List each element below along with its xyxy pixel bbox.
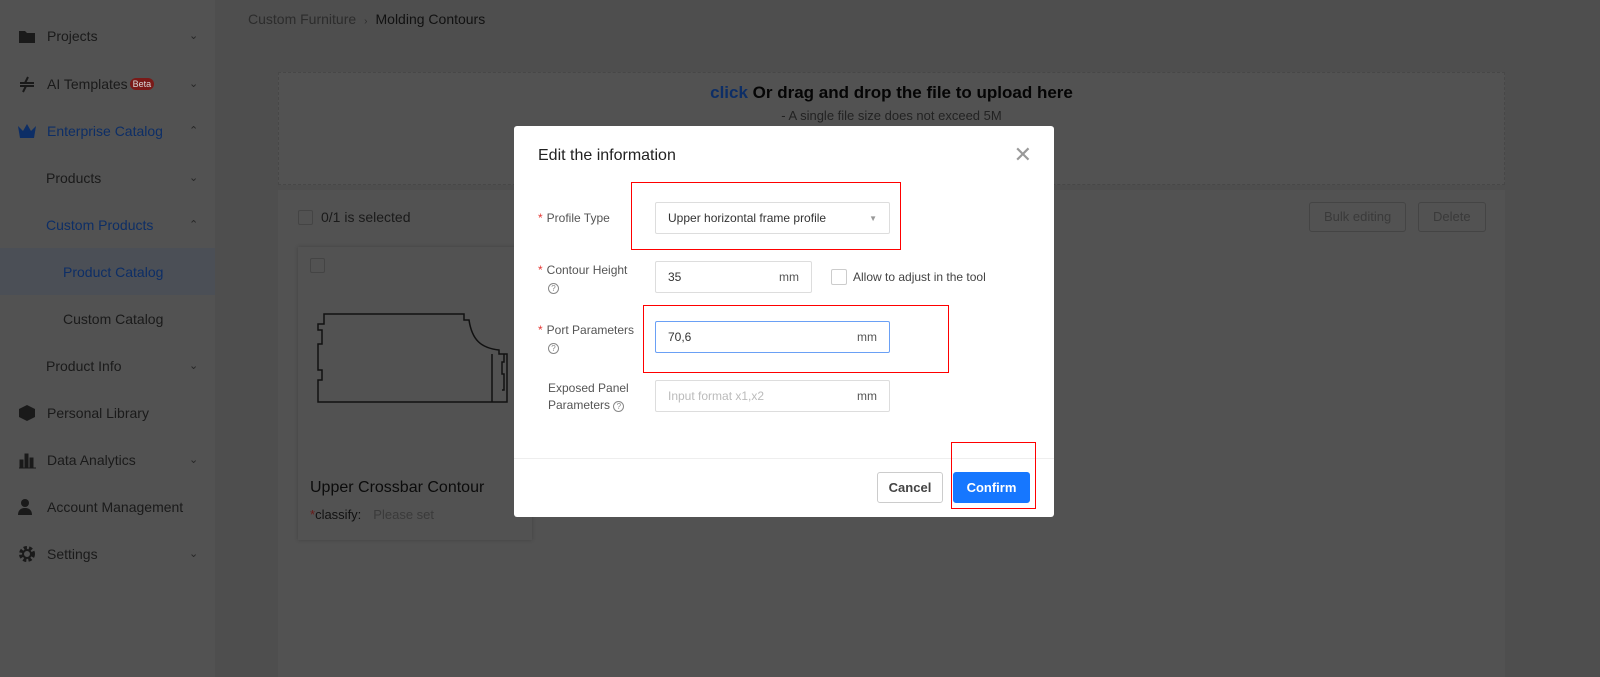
sidebar-item-enterprise-catalog[interactable]: Enterprise Catalog ⌃	[0, 107, 215, 154]
sidebar-item-label: Custom Catalog	[63, 310, 164, 327]
allow-adjust-checkbox[interactable]: Allow to adjust in the tool	[831, 269, 986, 285]
sidebar-item-custom-catalog[interactable]: Custom Catalog	[0, 295, 215, 342]
help-icon: ?	[613, 401, 625, 412]
port-parameters-input[interactable]: 70,6 mm	[655, 321, 890, 353]
sidebar-item-product-info[interactable]: Product Info ⌄	[0, 342, 215, 389]
chevron-down-icon: ⌄	[189, 454, 199, 466]
select-all-checkbox[interactable]	[298, 209, 313, 225]
port-parameters-label: * Port Parameters?	[538, 323, 635, 354]
upload-click-link[interactable]: click	[710, 83, 748, 102]
chevron-down-icon: ⌄	[189, 78, 199, 90]
sidebar-item-label: AI Templates Beta	[47, 76, 155, 92]
sidebar-item-label: Account Management	[47, 498, 184, 515]
confirm-button[interactable]: Confirm	[953, 472, 1030, 503]
sidebar-item-label: Product Catalog	[63, 263, 164, 280]
dialog-title: Edit the information	[538, 147, 676, 164]
edit-info-dialog: Edit the information ✕ * Profile Type Upp…	[514, 126, 1054, 517]
breadcrumb: Custom Furniture › Molding Contours	[248, 11, 485, 27]
sidebar-item-product-catalog[interactable]: Product Catalog	[0, 248, 215, 295]
sidebar-item-label: Product Info	[46, 357, 122, 374]
profile-type-select[interactable]: Upper horizontal frame profile ▼	[655, 202, 890, 234]
cancel-button[interactable]: Cancel	[877, 472, 943, 503]
sidebar-item-projects[interactable]: Projects ⌄	[0, 12, 215, 59]
upload-hint: - A single file size does not exceed 5M	[781, 108, 1002, 123]
classify-value[interactable]: Please set	[373, 507, 434, 522]
sidebar-item-label: Projects	[47, 27, 98, 44]
sidebar-item-personal-library[interactable]: Personal Library	[0, 389, 215, 436]
sidebar-item-ai-templates[interactable]: AI Templates Beta ⌄	[0, 60, 215, 107]
sidebar-item-label: Enterprise Catalog	[47, 122, 163, 139]
exposed-panel-input[interactable]: Input format x1,x2 mm	[655, 380, 890, 412]
sidebar-item-label: Settings	[47, 545, 98, 562]
chart-icon	[17, 450, 37, 470]
upload-text: Or drag and drop the file to upload here	[747, 83, 1073, 102]
ai-icon	[17, 74, 37, 94]
profile-type-label: * Profile Type	[538, 211, 610, 225]
card-checkbox[interactable]	[310, 258, 325, 273]
sidebar-item-data-analytics[interactable]: Data Analytics ⌄	[0, 436, 215, 483]
selected-count: 0/1 is selected	[321, 209, 411, 225]
sidebar-item-label: Personal Library	[47, 404, 149, 421]
select-all[interactable]: 0/1 is selected	[298, 209, 411, 225]
product-card[interactable]: Upper Crossbar Contour *classify: Please …	[298, 247, 532, 540]
users-icon	[17, 497, 37, 517]
card-classify: *classify: Please set	[310, 507, 434, 522]
caret-down-icon: ▼	[869, 213, 877, 223]
chevron-up-icon: ⌃	[189, 219, 199, 231]
sidebar-item-label: Custom Products	[46, 216, 154, 233]
sidebar-item-products[interactable]: Products ⌄	[0, 154, 215, 201]
footer-divider	[514, 458, 1054, 459]
help-icon: ?	[548, 283, 559, 294]
breadcrumb-separator-icon: ›	[364, 16, 368, 27]
sidebar-item-custom-products[interactable]: Custom Products ⌃	[0, 201, 215, 248]
help-icon: ?	[548, 343, 559, 354]
gear-icon	[17, 544, 37, 564]
card-name: Upper Crossbar Contour	[310, 479, 485, 496]
chevron-down-icon: ⌄	[189, 548, 199, 560]
cube-icon	[17, 403, 37, 423]
chevron-down-icon: ⌄	[189, 172, 199, 184]
exposed-panel-label: Exposed Panel Parameters ?	[548, 381, 629, 412]
sidebar-item-label: Data Analytics	[47, 451, 136, 468]
chevron-down-icon: ⌄	[189, 30, 199, 42]
bulk-edit-button[interactable]: Bulk editing	[1309, 202, 1407, 232]
sidebar: Projects ⌄ AI Templates Beta ⌄ Enterprise…	[0, 0, 215, 677]
sidebar-item-settings[interactable]: Settings ⌄	[0, 530, 215, 577]
folder-icon	[17, 26, 37, 46]
contour-height-input[interactable]: 35 mm	[655, 261, 812, 293]
classify-label: classify:	[315, 507, 362, 522]
breadcrumb-parent[interactable]: Custom Furniture	[248, 11, 356, 27]
contour-thumbnail	[317, 313, 508, 403]
chevron-up-icon: ⌃	[189, 125, 199, 137]
sidebar-item-account-management[interactable]: Account Management	[0, 483, 215, 530]
contour-height-label: * Contour Height?	[538, 263, 628, 294]
crown-icon	[17, 121, 37, 141]
beta-badge: Beta	[129, 77, 155, 90]
delete-button[interactable]: Delete	[1418, 202, 1486, 232]
close-icon[interactable]: ✕	[1014, 144, 1032, 166]
sidebar-item-label: Products	[46, 169, 102, 186]
breadcrumb-current: Molding Contours	[375, 11, 486, 27]
chevron-down-icon: ⌄	[189, 360, 199, 372]
